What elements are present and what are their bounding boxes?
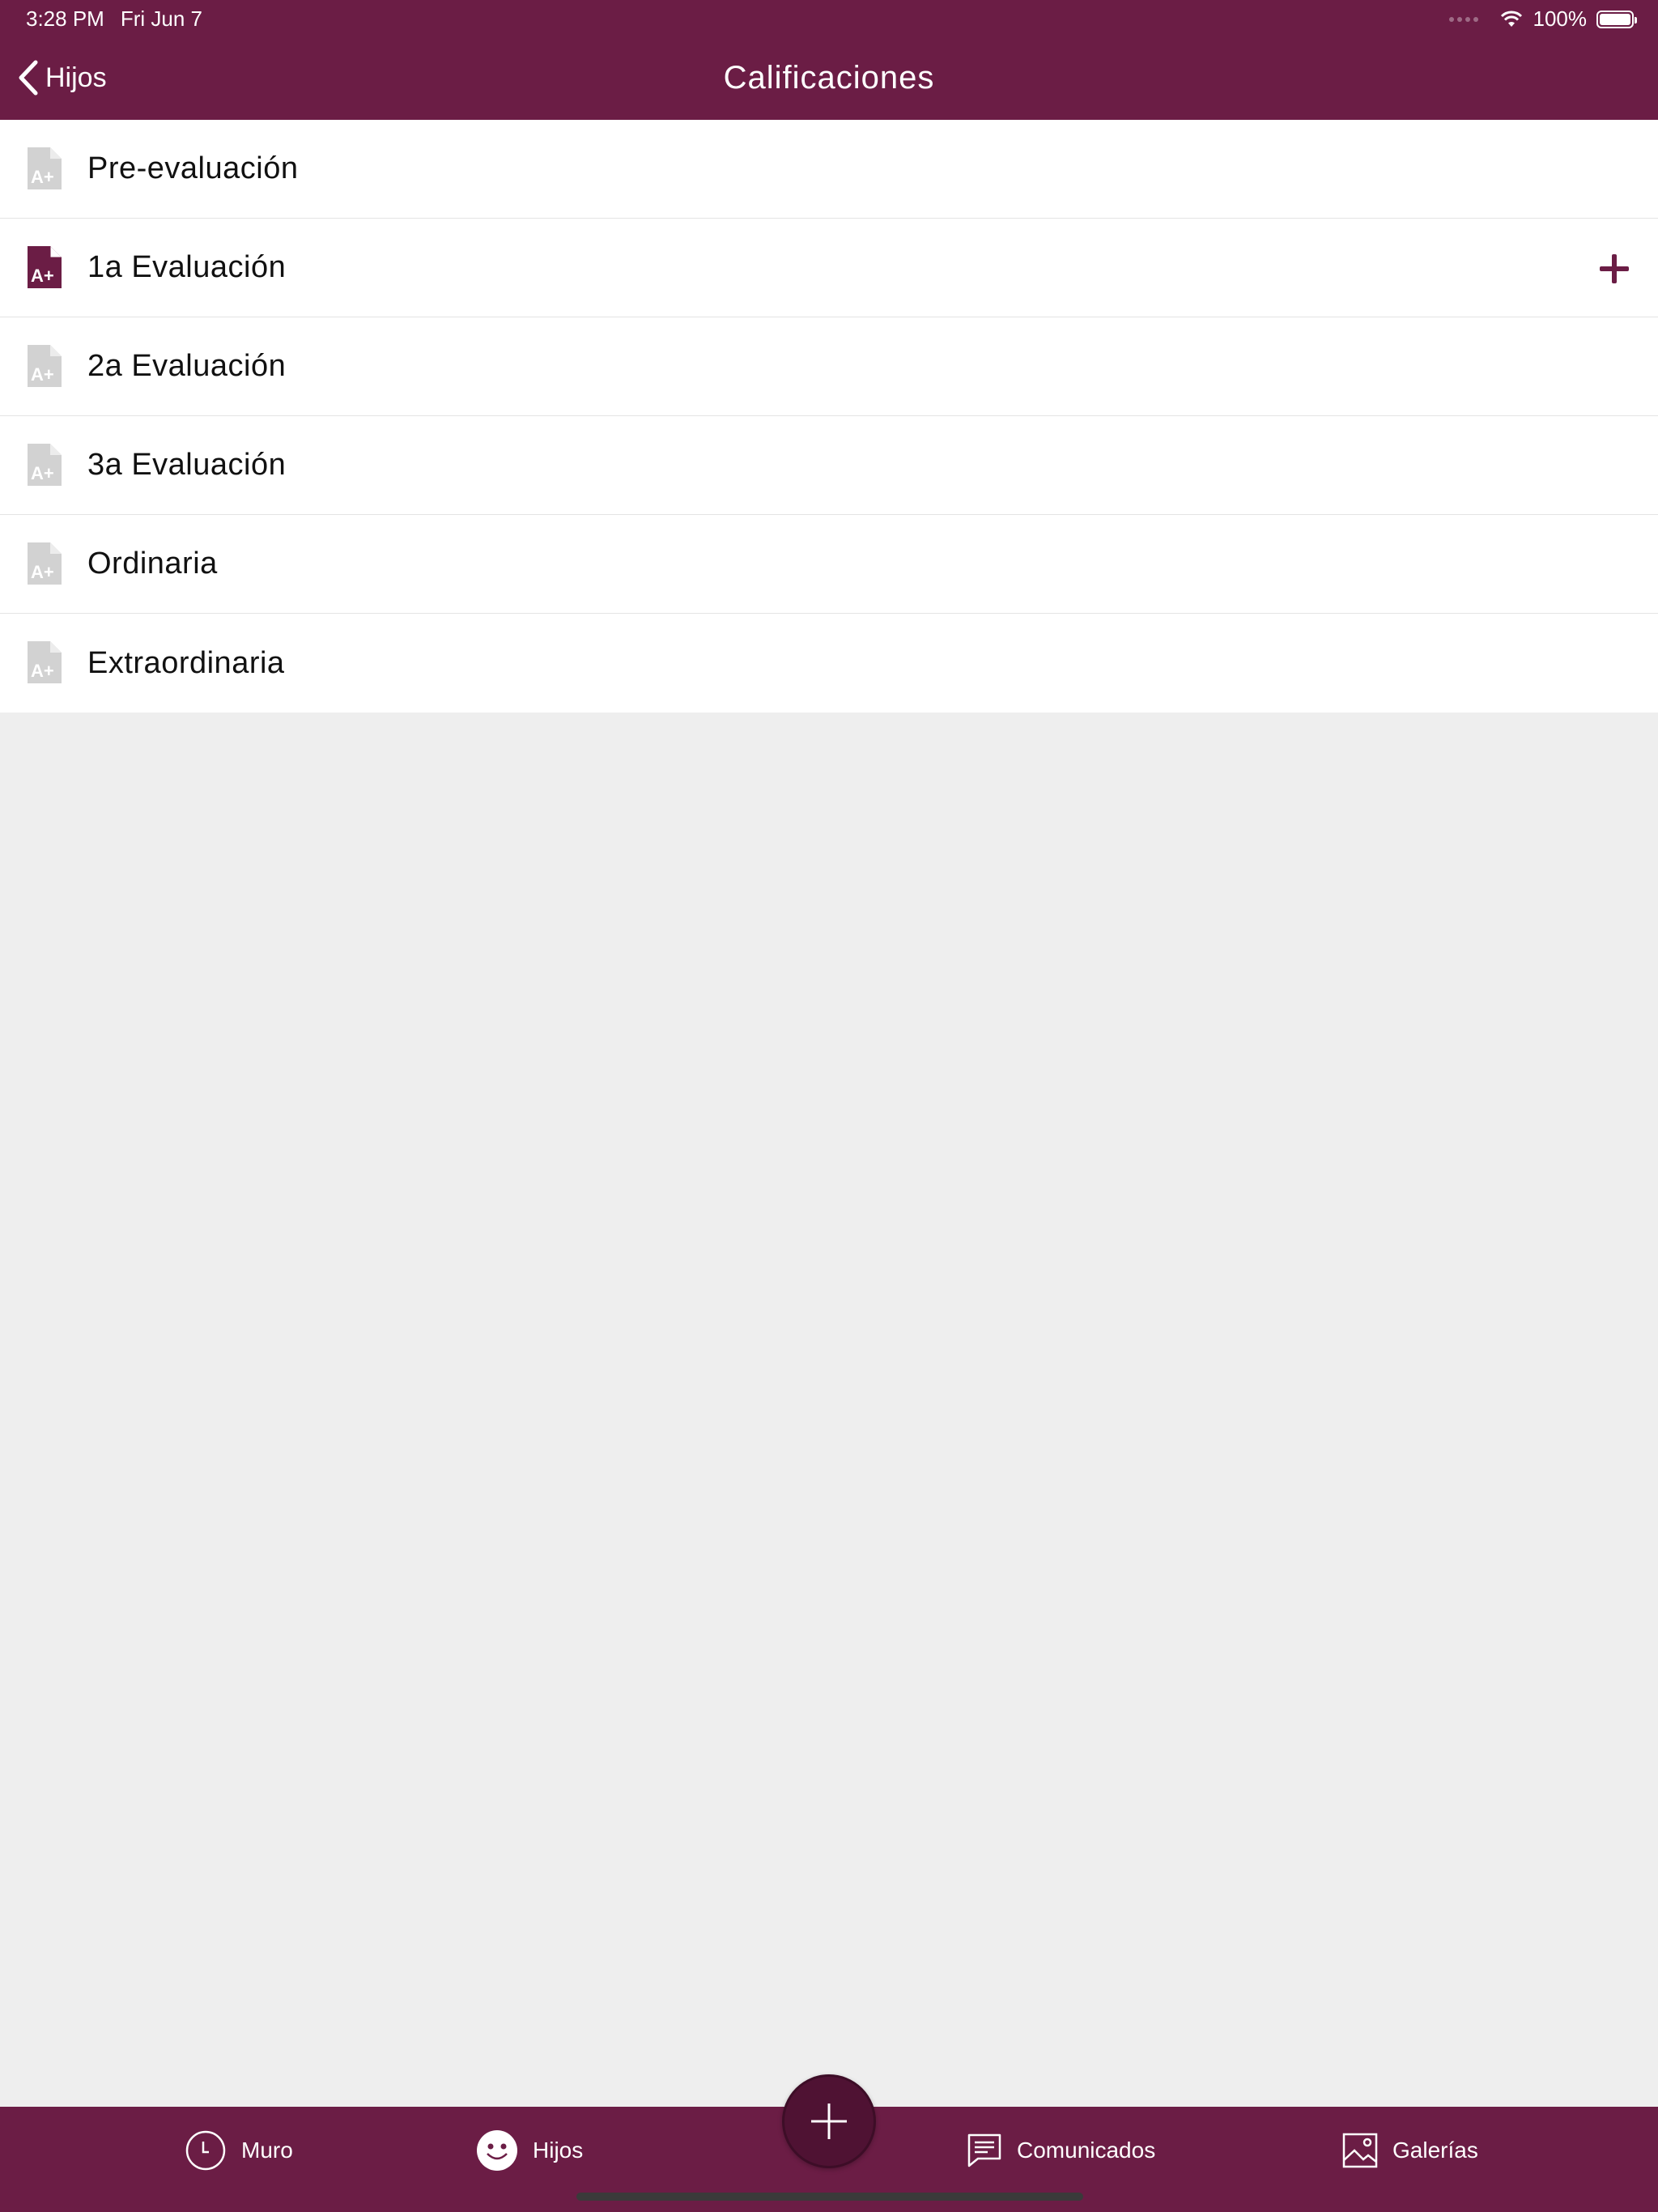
grade-document-icon: A+ xyxy=(28,444,62,486)
list-item-label: Pre-evaluación xyxy=(87,151,299,185)
add-icon[interactable] xyxy=(1596,251,1632,287)
list-item-2a-evaluacion[interactable]: A+ 2a Evaluación xyxy=(0,317,1658,416)
svg-text:A+: A+ xyxy=(31,463,54,483)
cellular-signal-icon xyxy=(1448,16,1478,22)
image-icon xyxy=(1342,2133,1378,2168)
svg-text:A+: A+ xyxy=(31,364,54,385)
battery-percent: 100% xyxy=(1533,6,1588,31)
status-bar-left: 3:28 PM Fri Jun 7 xyxy=(26,6,202,32)
tab-galerias[interactable]: Galerías xyxy=(1342,2128,1478,2173)
status-time: 3:28 PM xyxy=(26,6,104,31)
grade-document-icon: A+ xyxy=(28,641,62,683)
list-item-extraordinaria[interactable]: A+ Extraordinaria xyxy=(0,614,1658,713)
status-date: Fri Jun 7 xyxy=(120,6,202,31)
plus-icon xyxy=(811,2104,847,2139)
grade-document-icon: A+ xyxy=(28,345,62,387)
grade-document-icon: A+ xyxy=(28,147,62,189)
tab-comunicados[interactable]: Comunicados xyxy=(967,2128,1155,2173)
list-item-label: 3a Evaluación xyxy=(87,448,287,482)
list-item-label: Ordinaria xyxy=(87,547,218,581)
grade-document-icon: A+ xyxy=(28,542,62,585)
list-item-label: Extraordinaria xyxy=(87,645,285,680)
list-item-label: 1a Evaluación xyxy=(87,250,287,284)
smiley-icon xyxy=(477,2130,517,2171)
tab-label: Galerías xyxy=(1392,2138,1478,2163)
wifi-icon xyxy=(1500,11,1522,27)
screen: 3:28 PM Fri Jun 7 100% Hijos Calificacion… xyxy=(0,0,1658,2212)
list-item-label: 2a Evaluación xyxy=(87,349,287,383)
tab-label: Comunicados xyxy=(1017,2138,1156,2163)
tab-label: Muro xyxy=(241,2138,293,2163)
add-fab-button[interactable] xyxy=(782,2074,876,2168)
message-icon xyxy=(967,2133,1001,2167)
page-title: Calificaciones xyxy=(723,60,935,96)
list-item-ordinaria[interactable]: A+ Ordinaria xyxy=(0,515,1658,614)
top-bar: 3:28 PM Fri Jun 7 100% Hijos Calificacion… xyxy=(0,0,1658,120)
home-indicator xyxy=(576,2193,1083,2201)
grade-document-icon: A+ xyxy=(28,246,62,288)
list-item-3a-evaluacion[interactable]: A+ 3a Evaluación xyxy=(0,416,1658,515)
list-item-1a-evaluacion[interactable]: A+ 1a Evaluación xyxy=(0,219,1658,317)
evaluations-list: A+ Pre-evaluación A+ 1a Evaluación A+ 2a… xyxy=(0,120,1658,713)
list-item-pre-evaluacion[interactable]: A+ Pre-evaluación xyxy=(0,120,1658,219)
clock-icon xyxy=(185,2130,226,2171)
svg-text:A+: A+ xyxy=(31,266,54,286)
battery-icon xyxy=(1596,10,1637,28)
svg-text:A+: A+ xyxy=(31,562,54,582)
tab-hijos[interactable]: Hijos xyxy=(476,2128,583,2173)
status-bar-right: 100% xyxy=(1448,6,1637,32)
svg-text:A+: A+ xyxy=(31,661,54,681)
tab-label: Hijos xyxy=(533,2138,584,2163)
tab-muro[interactable]: Muro xyxy=(185,2128,293,2173)
svg-text:A+: A+ xyxy=(31,167,54,187)
